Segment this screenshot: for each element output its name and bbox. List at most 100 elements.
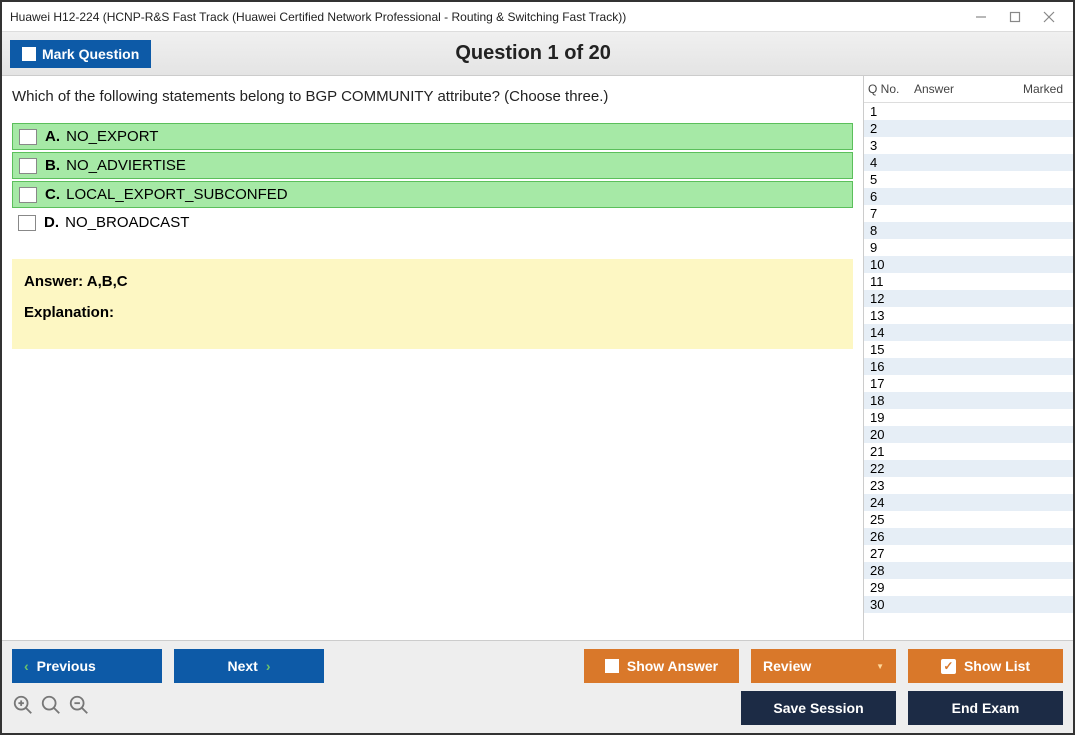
content-area: Which of the following statements belong… [2,76,1073,640]
minimize-icon[interactable] [973,9,989,25]
sidebar-row[interactable]: 9 [864,239,1073,256]
sidebar-row[interactable]: 27 [864,545,1073,562]
row-number: 17 [870,376,910,391]
choice-checkbox[interactable] [19,129,37,145]
window-controls [973,9,1065,25]
row-number: 10 [870,257,910,272]
zoom-out-icon[interactable] [68,694,90,722]
question-list-sidebar: Q No. Answer Marked 12345678910111213141… [863,76,1073,640]
sidebar-row[interactable]: 1 [864,103,1073,120]
previous-button[interactable]: ‹ Previous [12,649,162,683]
show-list-button[interactable]: ✓ Show List [908,649,1063,683]
check-icon: ✓ [941,659,956,674]
choice-checkbox[interactable] [19,158,37,174]
review-button[interactable]: Review ▼ [751,649,896,683]
row-number: 24 [870,495,910,510]
question-text: Which of the following statements belong… [12,88,853,105]
show-answer-label: Show Answer [627,658,718,674]
choice-list: A. NO_EXPORT B. NO_ADVIERTISE C. LOCAL_EXP… [12,123,853,235]
sidebar-row[interactable]: 28 [864,562,1073,579]
save-session-button[interactable]: Save Session [741,691,896,725]
col-marked: Marked [1009,82,1069,96]
mark-question-button[interactable]: Mark Question [10,40,151,68]
choice-row[interactable]: C. LOCAL_EXPORT_SUBCONFED [12,181,853,208]
review-label: Review [763,658,811,674]
previous-label: Previous [37,658,96,674]
col-qno: Q No. [868,82,914,96]
sidebar-row[interactable]: 6 [864,188,1073,205]
choice-row[interactable]: A. NO_EXPORT [12,123,853,150]
choice-checkbox[interactable] [19,187,37,203]
sidebar-row[interactable]: 11 [864,273,1073,290]
row-number: 12 [870,291,910,306]
sidebar-row[interactable]: 25 [864,511,1073,528]
row-number: 23 [870,478,910,493]
end-exam-button[interactable]: End Exam [908,691,1063,725]
checkbox-icon [605,659,619,673]
sidebar-row[interactable]: 8 [864,222,1073,239]
row-number: 25 [870,512,910,527]
row-number: 1 [870,104,910,119]
show-list-label: Show List [964,658,1030,674]
sidebar-row[interactable]: 29 [864,579,1073,596]
chevron-left-icon: ‹ [24,658,29,674]
sidebar-row[interactable]: 17 [864,375,1073,392]
footer: ‹ Previous Next › Show Answer Review ▼ ✓… [2,640,1073,733]
close-icon[interactable] [1041,9,1057,25]
row-number: 26 [870,529,910,544]
sidebar-row[interactable]: 16 [864,358,1073,375]
save-session-label: Save Session [773,700,863,716]
sidebar-row[interactable]: 21 [864,443,1073,460]
next-button[interactable]: Next › [174,649,324,683]
sidebar-row[interactable]: 5 [864,171,1073,188]
checkbox-icon [22,47,36,61]
zoom-reset-icon[interactable] [40,694,62,722]
sidebar-row[interactable]: 24 [864,494,1073,511]
end-exam-label: End Exam [952,700,1020,716]
sidebar-row[interactable]: 10 [864,256,1073,273]
sidebar-row[interactable]: 20 [864,426,1073,443]
sidebar-row[interactable]: 22 [864,460,1073,477]
sidebar-row[interactable]: 30 [864,596,1073,613]
answer-text: Answer: A,B,C [24,273,841,290]
choice-text: B. NO_ADVIERTISE [45,157,186,174]
sidebar-row[interactable]: 13 [864,307,1073,324]
toolbar: Mark Question Question 1 of 20 [2,32,1073,76]
choice-text: C. LOCAL_EXPORT_SUBCONFED [45,186,288,203]
sidebar-row[interactable]: 3 [864,137,1073,154]
zoom-in-icon[interactable] [12,694,34,722]
choice-row[interactable]: B. NO_ADVIERTISE [12,152,853,179]
sidebar-row[interactable]: 26 [864,528,1073,545]
row-number: 3 [870,138,910,153]
choice-row[interactable]: D. NO_BROADCAST [12,210,853,235]
titlebar: Huawei H12-224 (HCNP-R&S Fast Track (Hua… [2,2,1073,32]
app-window: Huawei H12-224 (HCNP-R&S Fast Track (Hua… [0,0,1075,735]
answer-panel: Answer: A,B,C Explanation: [12,259,853,349]
sidebar-row[interactable]: 18 [864,392,1073,409]
sidebar-row[interactable]: 14 [864,324,1073,341]
show-answer-button[interactable]: Show Answer [584,649,739,683]
row-number: 5 [870,172,910,187]
row-number: 11 [870,274,910,289]
row-number: 20 [870,427,910,442]
chevron-right-icon: › [266,658,271,674]
row-number: 14 [870,325,910,340]
sidebar-row[interactable]: 23 [864,477,1073,494]
row-number: 6 [870,189,910,204]
row-number: 21 [870,444,910,459]
sidebar-row[interactable]: 12 [864,290,1073,307]
sidebar-row[interactable]: 7 [864,205,1073,222]
row-number: 18 [870,393,910,408]
maximize-icon[interactable] [1007,9,1023,25]
zoom-controls [12,694,90,722]
row-number: 13 [870,308,910,323]
question-counter: Question 1 of 20 [151,42,915,65]
sidebar-header: Q No. Answer Marked [864,76,1073,103]
choice-checkbox[interactable] [18,215,36,231]
mark-question-label: Mark Question [42,46,139,62]
sidebar-row[interactable]: 15 [864,341,1073,358]
sidebar-rows[interactable]: 1234567891011121314151617181920212223242… [864,103,1073,640]
sidebar-row[interactable]: 19 [864,409,1073,426]
sidebar-row[interactable]: 4 [864,154,1073,171]
sidebar-row[interactable]: 2 [864,120,1073,137]
